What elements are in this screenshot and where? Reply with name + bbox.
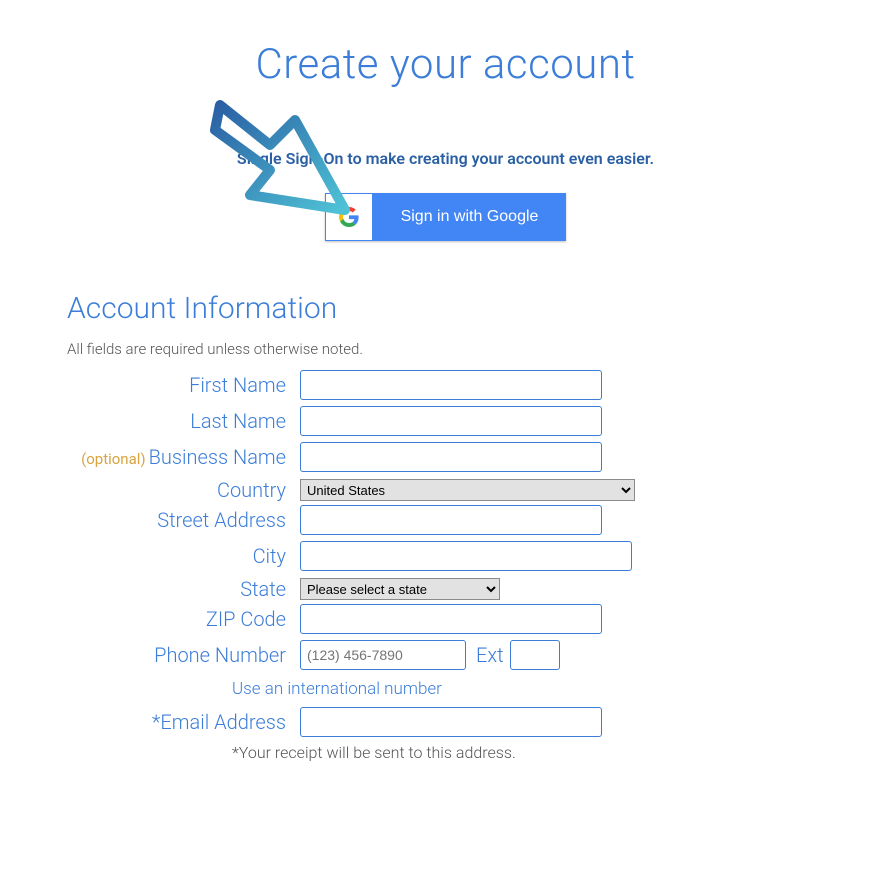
- page-title: Create your account: [0, 40, 891, 89]
- country-select[interactable]: United States: [300, 479, 635, 501]
- business-name-input[interactable]: [300, 442, 602, 472]
- zip-input[interactable]: [300, 604, 602, 634]
- sso-text: Single Sign-On to make creating your acc…: [0, 149, 891, 168]
- email-label: *Email Address: [0, 710, 300, 734]
- google-button-label: Sign in with Google: [373, 193, 567, 241]
- state-label: State: [0, 577, 300, 601]
- country-label: Country: [0, 478, 300, 502]
- last-name-input[interactable]: [300, 406, 602, 436]
- google-signin-button[interactable]: Sign in with Google: [325, 193, 567, 241]
- last-name-label: Last Name: [0, 409, 300, 433]
- account-form: First Name Last Name (optional)Business …: [0, 370, 891, 762]
- first-name-input[interactable]: [300, 370, 602, 400]
- optional-tag: (optional): [81, 450, 146, 468]
- first-name-label: First Name: [0, 373, 300, 397]
- street-label: Street Address: [0, 508, 300, 532]
- phone-input[interactable]: [300, 640, 466, 670]
- city-input[interactable]: [300, 541, 632, 571]
- ext-input[interactable]: [510, 640, 560, 670]
- required-note: All fields are required unless otherwise…: [67, 340, 891, 358]
- intl-number-link[interactable]: Use an international number: [232, 679, 442, 699]
- email-input[interactable]: [300, 707, 602, 737]
- business-name-label: Business Name: [149, 445, 286, 469]
- city-label: City: [0, 544, 300, 568]
- receipt-note: *Your receipt will be sent to this addre…: [0, 743, 891, 762]
- section-title: Account Information: [67, 291, 891, 326]
- street-input[interactable]: [300, 505, 602, 535]
- state-select[interactable]: Please select a state: [300, 578, 500, 600]
- google-icon: [326, 194, 372, 240]
- ext-label: Ext: [476, 643, 504, 667]
- phone-label: Phone Number: [0, 643, 300, 667]
- zip-label: ZIP Code: [0, 607, 300, 631]
